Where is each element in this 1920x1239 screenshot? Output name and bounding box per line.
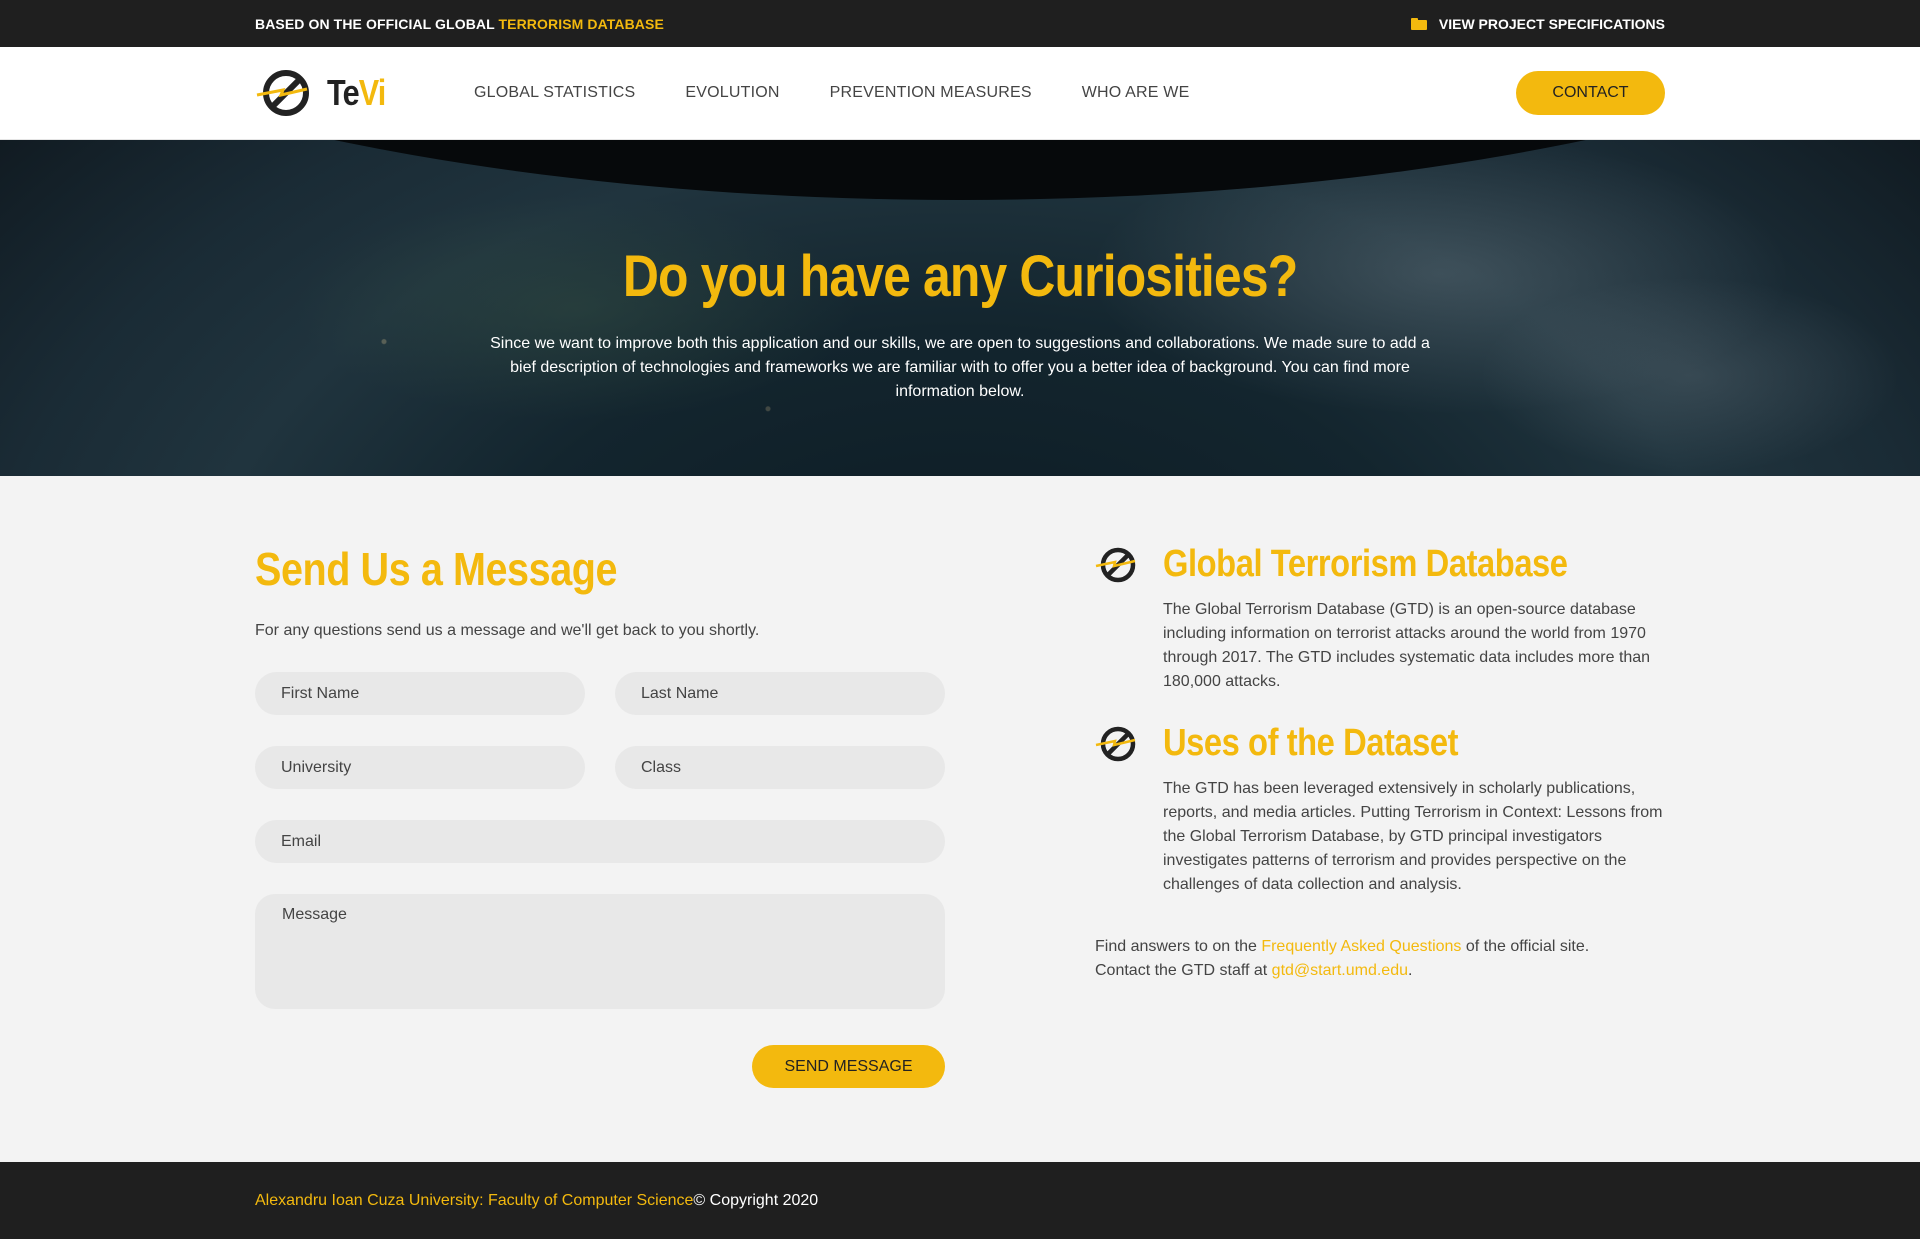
- logo-icon: [1095, 726, 1136, 762]
- folder-open-icon: [1410, 17, 1427, 30]
- class-input[interactable]: [615, 746, 945, 789]
- info-column: Global Terrorism Database The Global Ter…: [945, 476, 1665, 1162]
- form-lead: For any questions send us a message and …: [255, 622, 760, 639]
- info-title: Global Terrorism Database: [1163, 543, 1568, 585]
- top-bar: BASED ON THE OFFICIAL GLOBAL TERRORISM D…: [0, 0, 1920, 47]
- nav-item-evolution[interactable]: EVOLUTION: [685, 84, 779, 102]
- faq-link[interactable]: Frequently Asked Questions: [1261, 938, 1461, 955]
- info-item-gtd: Global Terrorism Database The Global Ter…: [1095, 543, 1665, 694]
- nav-item-global-statistics[interactable]: GLOBAL STATISTICS: [474, 84, 635, 102]
- database-note-accent: TERRORISM DATABASE: [498, 15, 664, 32]
- nav-menu: GLOBAL STATISTICS EVOLUTION PREVENTION M…: [474, 84, 1516, 102]
- footer-university-link[interactable]: Alexandru Ioan Cuza University: Faculty …: [255, 1192, 693, 1210]
- logo-text-vi: Vi: [358, 72, 387, 113]
- info-footer-text: Find answers to on the Frequently Asked …: [1095, 935, 1665, 983]
- faq-prefix: Find answers to on the: [1095, 938, 1262, 955]
- info-item-uses: Uses of the Dataset The GTD has been lev…: [1095, 722, 1665, 897]
- info-text: The Global Terrorism Database (GTD) is a…: [1163, 601, 1651, 690]
- nav-item-who-are-we[interactable]: WHO ARE WE: [1082, 84, 1190, 102]
- message-form: Send Us a Message For any questions send…: [255, 476, 945, 1162]
- university-input[interactable]: [255, 746, 585, 789]
- send-message-button[interactable]: SEND MESSAGE: [752, 1045, 945, 1088]
- view-specs-label: VIEW PROJECT SPECIFICATIONS: [1438, 15, 1665, 32]
- contact-button[interactable]: CONTACT: [1516, 71, 1665, 115]
- database-note: BASED ON THE OFFICIAL GLOBAL TERRORISM D…: [255, 16, 664, 32]
- gtd-email-link[interactable]: gtd@start.umd.edu: [1272, 962, 1408, 979]
- info-text: The GTD has been leveraged extensively i…: [1163, 780, 1663, 893]
- logo[interactable]: TeVi: [255, 65, 474, 121]
- email-input[interactable]: [255, 820, 945, 863]
- logo-text-te: Te: [327, 72, 360, 113]
- form-title: Send Us a Message: [255, 543, 618, 595]
- database-note-prefix: BASED ON THE OFFICIAL GLOBAL: [255, 15, 499, 32]
- contact-section: Send Us a Message For any questions send…: [0, 476, 1920, 1162]
- logo-icon: [1095, 547, 1136, 583]
- view-specs-link[interactable]: VIEW PROJECT SPECIFICATIONS: [1410, 15, 1665, 32]
- contact-prefix: Contact the GTD staff at: [1095, 962, 1272, 979]
- message-textarea[interactable]: [255, 894, 945, 1009]
- hero-banner: Do you have any Curiosities? Since we wa…: [0, 140, 1920, 476]
- logo-icon: [256, 70, 309, 116]
- hero-title: Do you have any Curiosities?: [622, 243, 1298, 309]
- first-name-input[interactable]: [255, 672, 585, 715]
- logo-text: TeVi: [327, 72, 387, 114]
- footer: Alexandru Ioan Cuza University: Faculty …: [0, 1162, 1920, 1239]
- faq-suffix: of the official site.: [1461, 938, 1590, 955]
- main-nav: TeVi GLOBAL STATISTICS EVOLUTION PREVENT…: [0, 47, 1920, 140]
- footer-copyright: © Copyright 2020: [693, 1191, 819, 1209]
- last-name-input[interactable]: [615, 672, 945, 715]
- nav-item-prevention-measures[interactable]: PREVENTION MEASURES: [830, 84, 1032, 102]
- contact-suffix: .: [1407, 962, 1413, 979]
- hero-text: Since we want to improve both this appli…: [490, 334, 1430, 400]
- info-title: Uses of the Dataset: [1163, 722, 1459, 764]
